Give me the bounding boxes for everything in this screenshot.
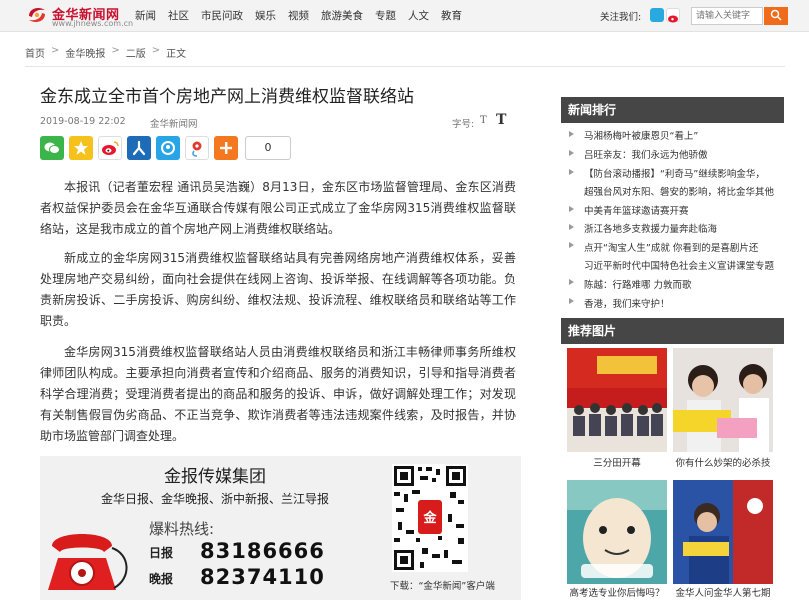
breadcrumb-section[interactable]: 二版 bbox=[126, 45, 146, 60]
ranking-item[interactable]: 浙江各地多支救援力量奔赴临海 bbox=[584, 221, 784, 235]
pic-thumbnail[interactable] bbox=[673, 480, 773, 584]
tencent-weibo-share-icon[interactable] bbox=[185, 136, 209, 160]
ranking-item[interactable]: 陈越：行路难哪 力敦而歌 bbox=[584, 277, 784, 291]
follow-label: 关注我们: bbox=[600, 12, 642, 23]
font-large-button[interactable]: T bbox=[496, 112, 506, 128]
ad-banner[interactable]: 金报传媒集团 金华日报、金华晚报、浙中新报、兰江导报 爆料热线: 日报 8318… bbox=[40, 456, 521, 600]
recommended-pics-header: 推荐图片 bbox=[561, 318, 784, 344]
breadcrumb-home[interactable]: 首页 bbox=[25, 45, 45, 60]
search-button[interactable] bbox=[764, 7, 788, 25]
search-icon bbox=[770, 9, 782, 21]
site-logo[interactable]: 金华新闻网 www.jhnews.com.cn bbox=[25, 3, 133, 29]
wechat-share-icon[interactable] bbox=[40, 136, 64, 160]
top-bar: 金华新闻网 www.jhnews.com.cn 新闻 社区 市民问政 娱乐 视频… bbox=[0, 0, 809, 32]
article-title: 金东成立全市首个房地产网上消费维权监督联络站 bbox=[40, 87, 414, 107]
ranking-item[interactable]: 香港，我们来守护！ bbox=[584, 296, 784, 310]
nav-item-news[interactable]: 新闻 bbox=[129, 0, 162, 32]
pic-caption[interactable]: 金华人问金华人第七期 bbox=[670, 585, 776, 599]
ranking-item[interactable]: 超强台风对东阳、磐安的影响，将比金华其他 bbox=[584, 184, 784, 198]
telephone-icon bbox=[48, 534, 128, 590]
article-source: 金华新闻网 bbox=[150, 119, 198, 130]
breadcrumb-current: 正文 bbox=[166, 49, 187, 60]
more-share-icon[interactable] bbox=[214, 136, 238, 160]
ad-hotline-label: 爆料热线: bbox=[149, 520, 215, 538]
ranking-item[interactable]: 【防台滚动播报】“利奇马”继续影响金华， bbox=[584, 166, 784, 180]
nav-item-entertainment[interactable]: 娱乐 bbox=[249, 0, 282, 32]
pic-caption[interactable]: 三分田开幕 bbox=[564, 455, 670, 469]
ad-line1-label: 日报 bbox=[149, 546, 174, 560]
weibo-share-icon[interactable] bbox=[98, 136, 122, 160]
pic-caption[interactable]: 你有什么妙架的必杀技 bbox=[670, 455, 776, 469]
nav-item-education[interactable]: 教育 bbox=[435, 0, 468, 32]
breadcrumb-separator: > bbox=[51, 45, 60, 56]
pic-caption[interactable]: 高考选专业你后悔吗？ bbox=[564, 585, 670, 599]
ad-download-text: 下载：“金华新闻”客户端 bbox=[390, 581, 495, 592]
ranking-item[interactable]: 点开“淘宝人生”成就 你看到的是喜剧片还 bbox=[584, 240, 784, 254]
nav-item-culture[interactable]: 人文 bbox=[402, 0, 435, 32]
renren-share-icon[interactable] bbox=[127, 136, 151, 160]
main-nav: 新闻 社区 市民问政 娱乐 视频 旅游美食 专题 人文 教育 bbox=[129, 0, 468, 32]
font-size-label: 字号: bbox=[452, 119, 475, 130]
nav-item-travel-food[interactable]: 旅游美食 bbox=[315, 0, 369, 32]
ranking-item[interactable]: 习近平新时代中国特色社会主义宣讲课堂专题 bbox=[584, 258, 784, 272]
nav-item-topics[interactable]: 专题 bbox=[369, 0, 402, 32]
ranking-item[interactable]: 中美青年篮球邀请赛开赛 bbox=[584, 203, 784, 217]
ad-line2-label: 晚报 bbox=[149, 572, 174, 586]
news-ranking-header: 新闻排行 bbox=[561, 97, 784, 123]
pengyou-share-icon[interactable] bbox=[156, 136, 180, 160]
weibo-icon[interactable] bbox=[666, 8, 680, 23]
breadcrumb-separator: > bbox=[151, 45, 161, 56]
ranking-arrow-icons bbox=[569, 131, 574, 304]
search-input[interactable] bbox=[691, 7, 763, 25]
logo-icon bbox=[29, 8, 45, 22]
pic-thumbnail[interactable] bbox=[673, 348, 773, 452]
svg-text:金: 金 bbox=[422, 510, 437, 526]
ad-line2-number: 82374110 bbox=[200, 565, 325, 589]
ad-line1-number: 83186666 bbox=[200, 539, 325, 563]
divider bbox=[25, 66, 785, 67]
nav-item-citizen[interactable]: 市民问政 bbox=[195, 0, 249, 32]
ad-papers: 金华日报、金华晚报、浙中新报、兰江导报 bbox=[100, 492, 329, 506]
font-small-button[interactable]: T bbox=[480, 115, 487, 126]
ad-title: 金报传媒集团 bbox=[164, 467, 266, 487]
share-count: 0 bbox=[245, 136, 291, 160]
article-paragraph: 新成立的金华房网315消费维权监督联络站具有完善网络房地产消费维权体系，妥善处理… bbox=[40, 251, 516, 328]
breadcrumb: 首页 > 金华晚报 > 二版 > 正文 bbox=[25, 45, 186, 60]
qr-code: 金 bbox=[392, 464, 468, 572]
ranking-item[interactable]: 马湘杨梅叶被康恩贝“看上” bbox=[584, 128, 784, 142]
qq-icon[interactable] bbox=[650, 8, 664, 22]
breadcrumb-paper[interactable]: 金华晚报 bbox=[65, 45, 105, 60]
breadcrumb-separator: > bbox=[111, 45, 120, 56]
article-date: 2019-08-19 22:02 bbox=[40, 116, 126, 127]
logo-url: www.jhnews.com.cn bbox=[52, 19, 134, 28]
ranking-item[interactable]: 吕旺亲友：我们永远为他骄傲 bbox=[584, 147, 784, 161]
nav-item-community[interactable]: 社区 bbox=[162, 0, 195, 32]
pic-thumbnail[interactable] bbox=[567, 348, 667, 452]
qzone-share-icon[interactable] bbox=[69, 136, 93, 160]
article-paragraph: 金华房网315消费维权监督联络站人员由消费维权联络员和浙江丰畅律师事务所维权律师… bbox=[40, 345, 516, 443]
article-paragraph: 本报讯（记者董宏程 通讯员吴浩巍）8月13日，金东区市场监督管理局、金东区消费者… bbox=[40, 180, 516, 236]
nav-item-video[interactable]: 视频 bbox=[282, 0, 315, 32]
pic-thumbnail[interactable] bbox=[567, 480, 667, 584]
